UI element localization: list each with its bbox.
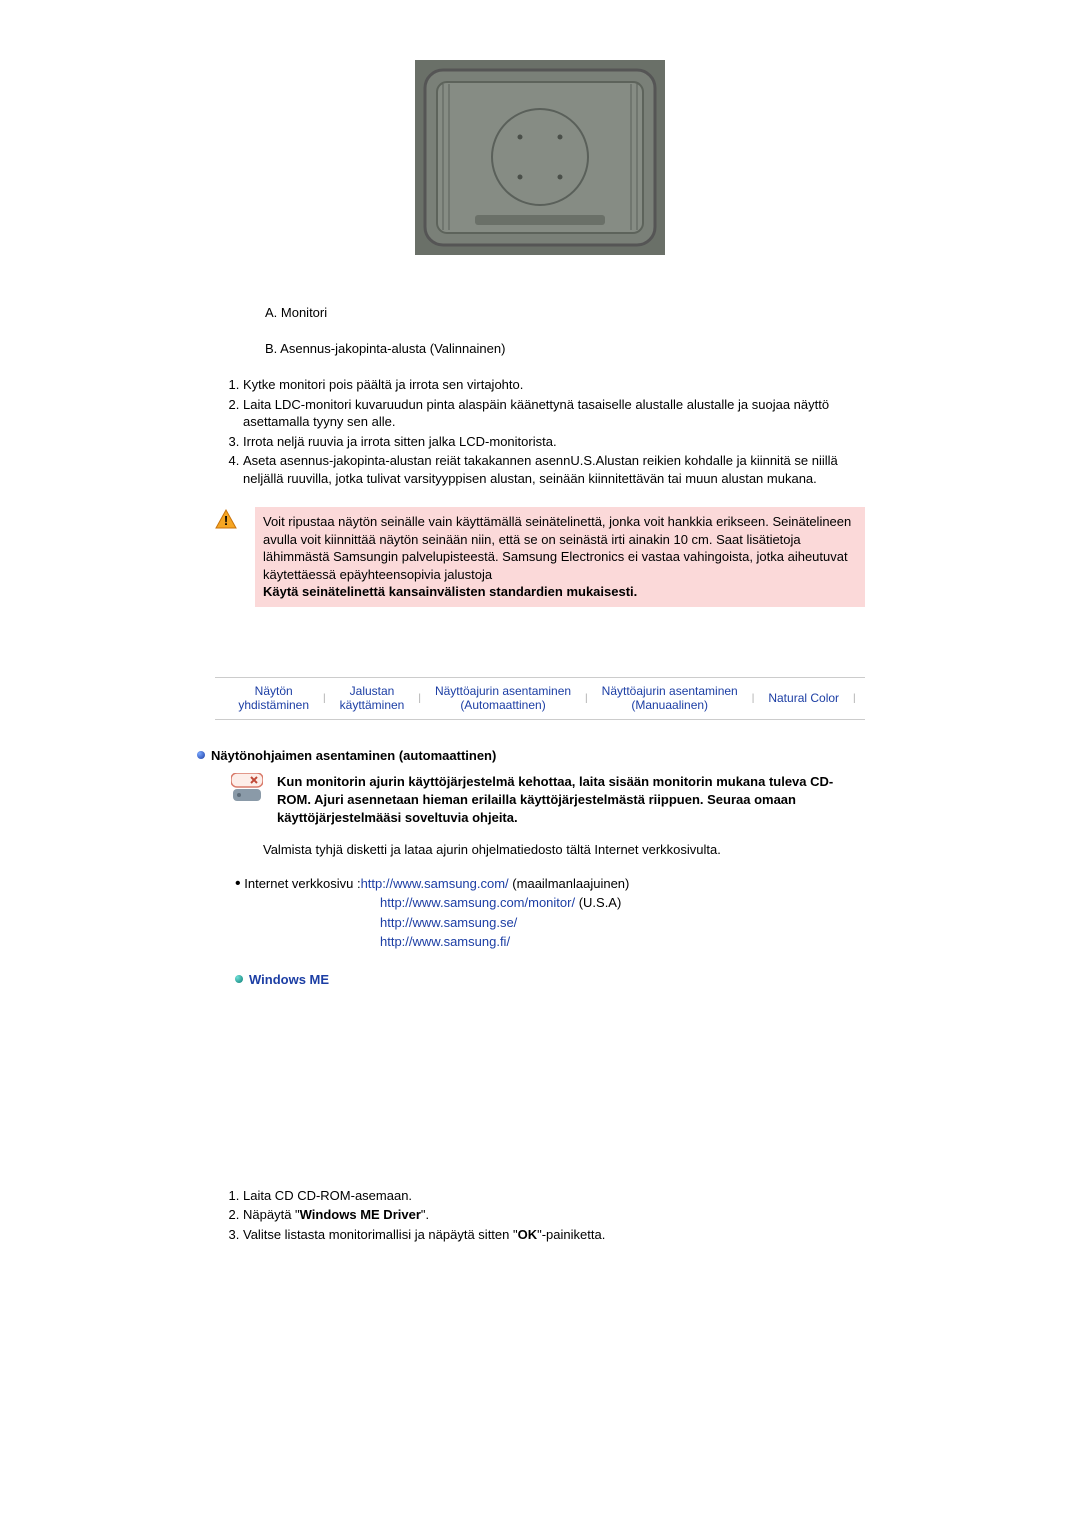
section-heading-auto-install: Näytönohjaimen asentaminen (automaattine… — [197, 748, 865, 763]
windows-me-label: Windows ME — [249, 972, 329, 987]
list-item: Kytke monitori pois päältä ja irrota sen… — [243, 376, 865, 394]
info-block: Kun monitorin ajurin käyttöjärjestelmä k… — [231, 773, 865, 828]
list-item: Laita CD CD-ROM-asemaan. — [243, 1187, 865, 1205]
label-a: A. Monitori — [265, 305, 865, 320]
document-page: A. Monitori B. Asennus-jakopinta-alusta … — [115, 0, 965, 1285]
warning-block: ! Voit ripustaa näytön seinälle vain käy… — [215, 507, 865, 607]
tab-separator: | — [853, 693, 856, 704]
link-samsung-fi[interactable]: http://www.samsung.fi/ — [380, 934, 510, 949]
list-item: Aseta asennus-jakopinta-alustan reiät ta… — [243, 452, 865, 487]
tab-use-stand[interactable]: Jalustan käyttäminen — [326, 684, 419, 713]
install-steps-list: Kytke monitori pois päältä ja irrota sen… — [243, 376, 865, 487]
links-label: Internet verkkosivu : — [244, 876, 360, 891]
windows-me-steps: Laita CD CD-ROM-asemaan. Näpäytä "Window… — [243, 1187, 865, 1244]
info-icon — [231, 773, 263, 806]
tab-nav: Näytön yhdistäminen | Jalustan käyttämin… — [215, 677, 865, 720]
prepare-text: Valmista tyhjä disketti ja lataa ajurin … — [263, 841, 865, 859]
warning-icon: ! — [215, 507, 255, 532]
label-b: B. Asennus-jakopinta-alusta (Valinnainen… — [265, 341, 865, 356]
list-item: Irrota neljä ruuvia ja irrota sitten jal… — [243, 433, 865, 451]
link-samsung-monitor[interactable]: http://www.samsung.com/monitor/ — [380, 895, 575, 910]
tab-driver-manual[interactable]: Näyttöajurin asentaminen (Manuaalinen) — [588, 684, 752, 713]
tab-driver-auto[interactable]: Näyttöajurin asentaminen (Automaattinen) — [421, 684, 585, 713]
warning-text: Voit ripustaa näytön seinälle vain käytt… — [255, 507, 865, 607]
tab-natural-color[interactable]: Natural Color — [754, 691, 853, 705]
list-item: Laita LDC-monitori kuvaruudun pinta alas… — [243, 396, 865, 431]
sub-heading-windows-me: Windows ME — [235, 972, 865, 987]
tab-connect-display[interactable]: Näytön yhdistäminen — [224, 684, 323, 713]
link-samsung-global[interactable]: http://www.samsung.com/ — [361, 876, 509, 891]
bullet-icon — [197, 751, 205, 759]
monitor-back-illustration — [215, 60, 865, 255]
bullet-icon — [235, 975, 243, 983]
link-block: • Internet verkkosivu :http://www.samsun… — [235, 874, 865, 952]
list-item: Valitse listasta monitorimallisi ja näpä… — [243, 1226, 865, 1244]
bullet-icon: • — [235, 875, 241, 892]
warning-body: Voit ripustaa näytön seinälle vain käytt… — [263, 514, 851, 582]
link-suffix: (maailmanlaajuinen) — [509, 876, 630, 891]
list-item: Näpäytä "Windows ME Driver". — [243, 1206, 865, 1224]
link-samsung-se[interactable]: http://www.samsung.se/ — [380, 915, 517, 930]
warning-bold: Käytä seinätelinettä kansainvälisten sta… — [263, 584, 637, 599]
info-text: Kun monitorin ajurin käyttöjärjestelmä k… — [277, 773, 865, 828]
svg-text:!: ! — [224, 513, 228, 528]
section-title: Näytönohjaimen asentaminen (automaattine… — [211, 748, 496, 763]
link-suffix: (U.S.A) — [575, 895, 621, 910]
letter-list: A. Monitori B. Asennus-jakopinta-alusta … — [265, 305, 865, 356]
